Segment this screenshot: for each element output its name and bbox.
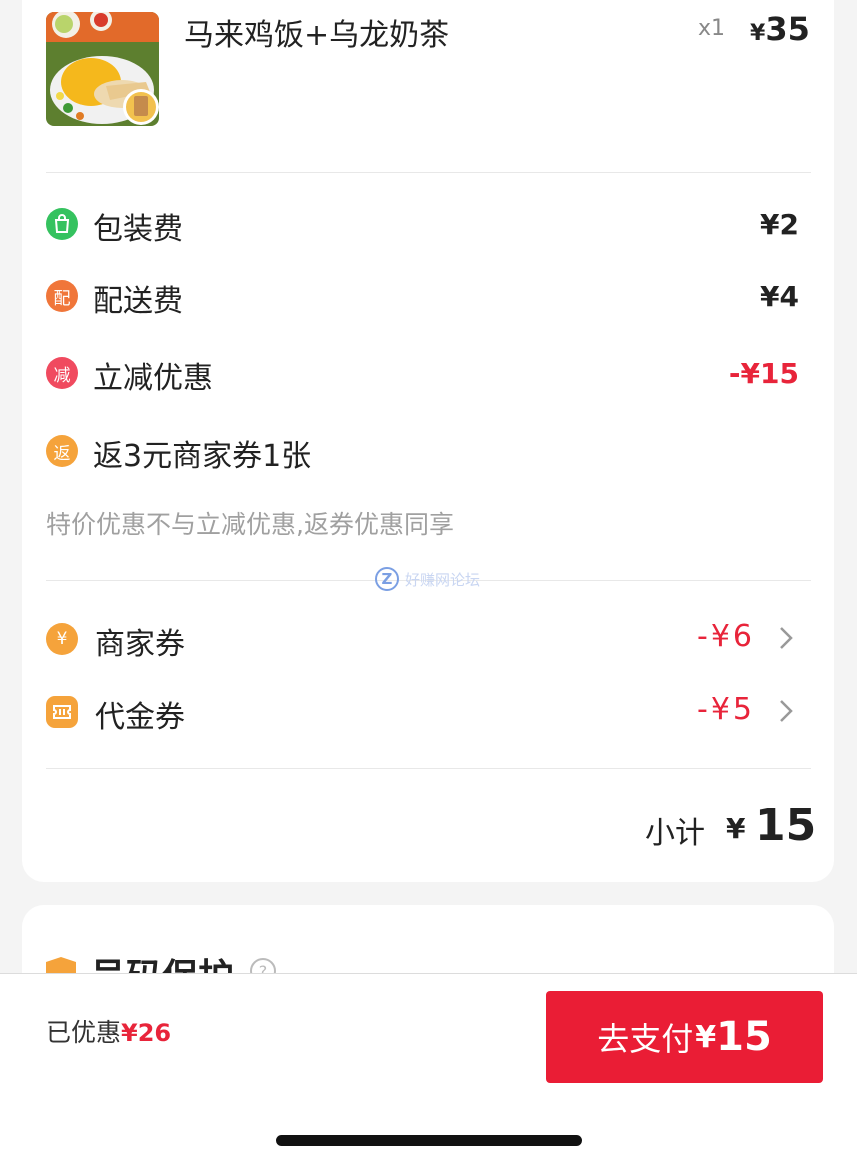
item-name: 马来鸡饭+乌龙奶茶 (184, 18, 450, 53)
bag-icon (46, 208, 78, 240)
delivery-fee-label: 配送费 (93, 284, 183, 319)
item-price-value: 35 (765, 10, 810, 48)
voucher-value[interactable]: -¥5 (697, 692, 755, 727)
watermark-logo-icon: Z (375, 567, 399, 591)
item-quantity: x1 (698, 16, 726, 41)
yen-coupon-icon: ¥ (46, 623, 78, 655)
subtotal-symbol: ¥ (726, 812, 746, 845)
pay-button-label: 去支付 (597, 1020, 694, 1058)
watermark: Z 好赚网论坛 (375, 567, 480, 591)
item-price-symbol: ¥ (750, 21, 766, 46)
food-thumbnail (46, 12, 159, 126)
chevron-right-icon[interactable] (776, 698, 796, 724)
watermark-text: 好赚网论坛 (405, 570, 481, 589)
home-indicator[interactable] (276, 1135, 582, 1146)
rebate-icon: 返 (46, 435, 78, 467)
promotion-note: 特价优惠不与立减优惠,返券优惠同享 (46, 510, 454, 539)
divider (46, 172, 811, 173)
instant-discount-value: -¥15 (728, 357, 799, 390)
voucher-label[interactable]: 代金券 (95, 692, 185, 736)
delivery-fee-value: ¥4 (760, 280, 799, 313)
subtotal-label: 小计 (645, 816, 705, 851)
discount-icon: 减 (46, 357, 78, 389)
discount-summary: 已优惠¥26 (46, 1013, 171, 1049)
delivery-icon: 配 (46, 280, 78, 312)
packaging-fee-value: ¥2 (760, 208, 799, 241)
pay-button-amount: 15 (716, 1014, 772, 1060)
instant-discount-label: 立减优惠 (93, 361, 213, 396)
merchant-coupon-value[interactable]: -¥6 (697, 619, 755, 654)
item-price: ¥35 (750, 10, 810, 48)
subtotal-value: 15 (755, 800, 817, 851)
chevron-right-icon[interactable] (776, 625, 796, 651)
saved-label: 已优惠 (46, 1018, 122, 1047)
pay-button-symbol: ¥ (695, 1019, 717, 1055)
rebate-label: 返3元商家券1张 (93, 439, 312, 474)
merchant-coupon-label[interactable]: 商家券 (95, 619, 185, 663)
voucher-icon (46, 696, 78, 728)
divider (46, 768, 811, 769)
saved-amount: ¥26 (121, 1019, 172, 1047)
packaging-fee-label: 包装费 (93, 212, 183, 247)
pay-button[interactable]: 去支付 ¥ 15 (546, 991, 823, 1083)
